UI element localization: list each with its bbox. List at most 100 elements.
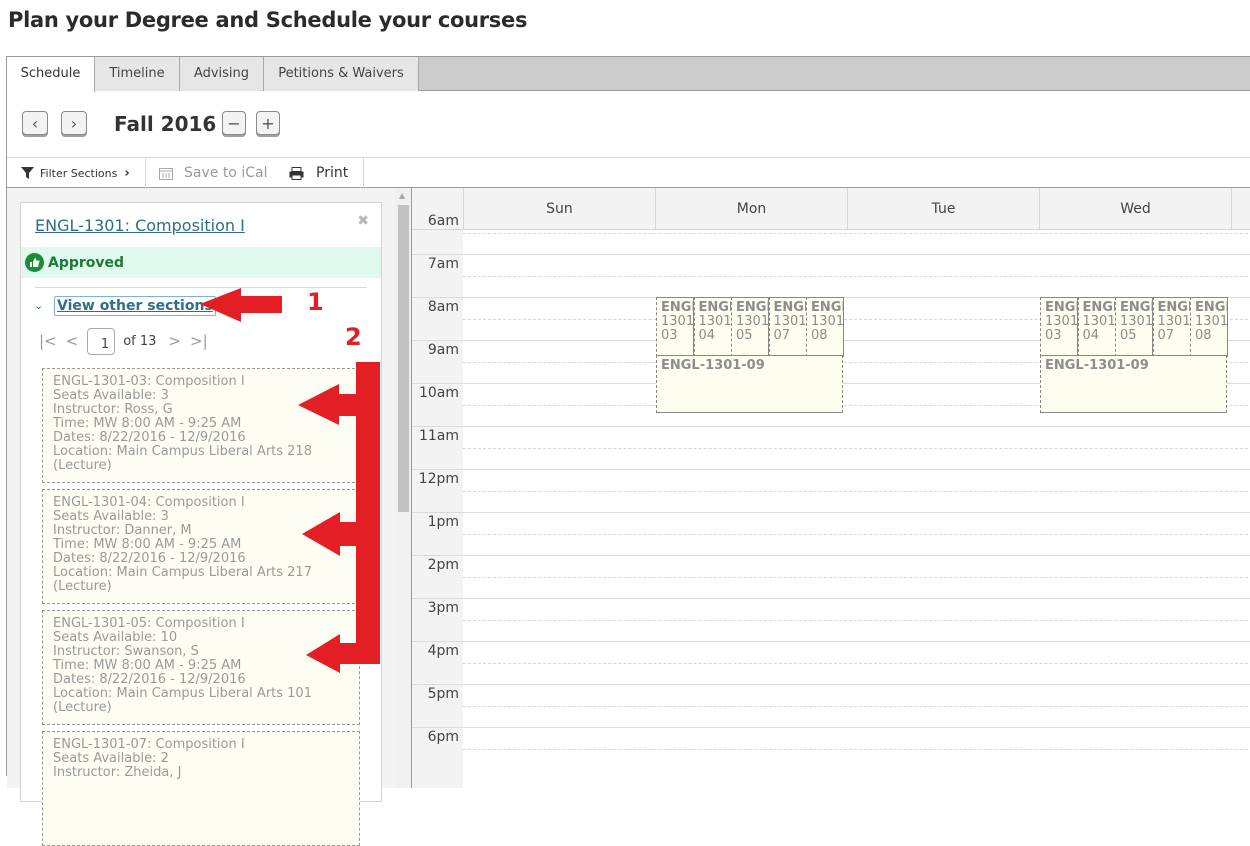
event-label: 07: [1157, 328, 1175, 343]
status-label: Approved: [48, 254, 125, 271]
remove-term-button[interactable]: −: [222, 111, 246, 135]
hour-gridline: [412, 684, 1250, 685]
section-title: ENGL-1301-07: Composition I: [53, 737, 245, 752]
section-seats: Seats Available: 3: [53, 388, 169, 403]
section-dates: Dates: 8/22/2016 - 12/9/2016: [53, 672, 246, 687]
day-header-sun: Sun: [463, 188, 655, 230]
calendar-event-section[interactable]: ENGL130103: [1040, 297, 1078, 358]
calendar-event-section[interactable]: ENGL130108: [806, 297, 844, 358]
section-card[interactable]: ENGL-1301-05: Composition I Seats Availa…: [42, 610, 360, 725]
event-label: 08: [1195, 328, 1212, 343]
scroll-up-arrow-icon[interactable]: ▲: [399, 191, 405, 200]
section-instructor: Instructor: Zheida, J: [53, 765, 182, 780]
event-label: 07: [773, 328, 791, 343]
save-to-ical-button[interactable]: Save to iCal: [159, 158, 267, 188]
sections-pager: |< < of 13 > >|: [39, 326, 217, 356]
event-label: 08: [811, 328, 828, 343]
first-page-icon[interactable]: |<: [39, 332, 57, 350]
section-location: Location: Main Campus Liberal Arts 101: [53, 686, 312, 701]
hour-gridline: [412, 641, 1250, 642]
view-other-sections-link[interactable]: View other sections: [54, 296, 216, 316]
event-label: 03: [1045, 328, 1062, 343]
hour-label: 8am: [427, 299, 459, 315]
hour-label: 10am: [418, 385, 459, 401]
section-instructor: Instructor: Ross, G: [53, 402, 173, 417]
half-hour-gridline: [463, 620, 1250, 621]
day-header-tue: Tue: [847, 188, 1039, 230]
section-location: Location: Main Campus Liberal Arts 217: [53, 565, 312, 580]
section-seats: Seats Available: 3: [53, 509, 169, 524]
half-hour-gridline: [463, 577, 1250, 578]
chevron-right-icon: ›: [124, 165, 130, 181]
previous-page-icon[interactable]: <: [66, 332, 79, 350]
page-title: Plan your Degree and Schedule your cours…: [8, 8, 528, 32]
hour-gridline: [412, 469, 1250, 470]
day-header-thu: [1231, 188, 1250, 230]
next-term-button[interactable]: ›: [61, 111, 87, 135]
add-term-button[interactable]: +: [256, 111, 280, 135]
half-hour-gridline: [463, 534, 1250, 535]
calendar-event-section[interactable]: ENGL130104: [693, 297, 732, 358]
day-header-mon: Mon: [655, 188, 847, 230]
section-card[interactable]: ENGL-1301-03: Composition I Seats Availa…: [42, 368, 360, 483]
scrollbar-thumb[interactable]: [398, 205, 409, 512]
calendar-event-section[interactable]: ENGL-1301-09: [656, 355, 843, 414]
tab-timeline[interactable]: Timeline: [95, 57, 180, 91]
status-badge: Approved: [21, 247, 381, 278]
calendar-header: Sun Mon Tue Wed: [412, 188, 1250, 230]
hour-label: 6pm: [427, 729, 459, 745]
calendar-event-section[interactable]: ENGL130107: [1152, 297, 1191, 358]
section-title: ENGL-1301-04: Composition I: [53, 495, 245, 510]
print-button[interactable]: Print: [289, 158, 348, 188]
section-type: (Lecture): [53, 458, 112, 473]
calendar-event-section[interactable]: ENGL-1301-09: [1040, 355, 1227, 414]
day-header-wed: Wed: [1039, 188, 1231, 230]
page-number-input[interactable]: [87, 327, 116, 355]
event-label: ENGL: [698, 300, 731, 315]
course-card: ENGL-1301: Composition I ✖ Approved ⌄ Vi…: [20, 202, 382, 846]
remove-course-icon[interactable]: ✖: [357, 213, 369, 229]
calendar-event-section[interactable]: ENGL130105: [731, 297, 769, 358]
tab-schedule[interactable]: Schedule: [7, 57, 95, 92]
half-hour-gridline: [463, 233, 1250, 234]
section-card[interactable]: ENGL-1301-04: Composition I Seats Availa…: [42, 489, 360, 604]
page-count-label: of 13: [123, 333, 157, 349]
section-type: (Lecture): [53, 700, 112, 715]
event-label: 05: [1120, 328, 1137, 343]
toolbar-divider: [363, 158, 364, 188]
event-label: 1301: [661, 314, 694, 329]
filter-sections-button[interactable]: Filter Sections ›: [21, 158, 130, 188]
calendar-event-section[interactable]: ENGL130104: [1077, 297, 1116, 358]
section-instructor: Instructor: Swanson, S: [53, 644, 199, 659]
last-page-icon[interactable]: >|: [190, 332, 208, 350]
chevron-down-icon[interactable]: ⌄: [34, 299, 43, 312]
event-label: ENGL-1301-09: [661, 358, 765, 374]
course-title-link[interactable]: ENGL-1301: Composition I: [35, 216, 245, 235]
event-label: ENGL: [736, 300, 768, 315]
hour-gridline: [412, 598, 1250, 599]
section-time: Time: MW 8:00 AM - 9:25 AM: [53, 658, 242, 673]
tab-petitions-waivers[interactable]: Petitions & Waivers: [264, 57, 419, 91]
event-label: ENGL: [1157, 300, 1190, 315]
event-label: ENGL: [1082, 300, 1115, 315]
event-label: 1301: [1120, 314, 1153, 329]
calendar-event-section[interactable]: ENGL130103: [656, 297, 694, 358]
tab-advising[interactable]: Advising: [180, 57, 264, 91]
toolbar-divider: [145, 158, 146, 188]
section-time: Time: MW 8:00 AM - 9:25 AM: [53, 416, 242, 431]
half-hour-gridline: [463, 663, 1250, 664]
event-label: 1301: [736, 314, 769, 329]
half-hour-gridline: [463, 448, 1250, 449]
calendar-event-section[interactable]: ENGL130107: [768, 297, 807, 358]
save-to-ical-label: Save to iCal: [184, 165, 268, 181]
sidebar-scrollbar[interactable]: ▲: [396, 188, 411, 788]
calendar-icon: [159, 167, 173, 180]
previous-term-button[interactable]: ‹: [22, 111, 48, 135]
calendar-event-section[interactable]: ENGL130105: [1115, 297, 1153, 358]
next-page-icon[interactable]: >: [168, 332, 181, 350]
hour-label: 12pm: [418, 471, 459, 487]
section-dates: Dates: 8/22/2016 - 12/9/2016: [53, 551, 246, 566]
hour-label: 9am: [427, 342, 459, 358]
calendar-event-section[interactable]: ENGL130108: [1190, 297, 1228, 358]
section-card[interactable]: ENGL-1301-07: Composition I Seats Availa…: [42, 731, 360, 846]
